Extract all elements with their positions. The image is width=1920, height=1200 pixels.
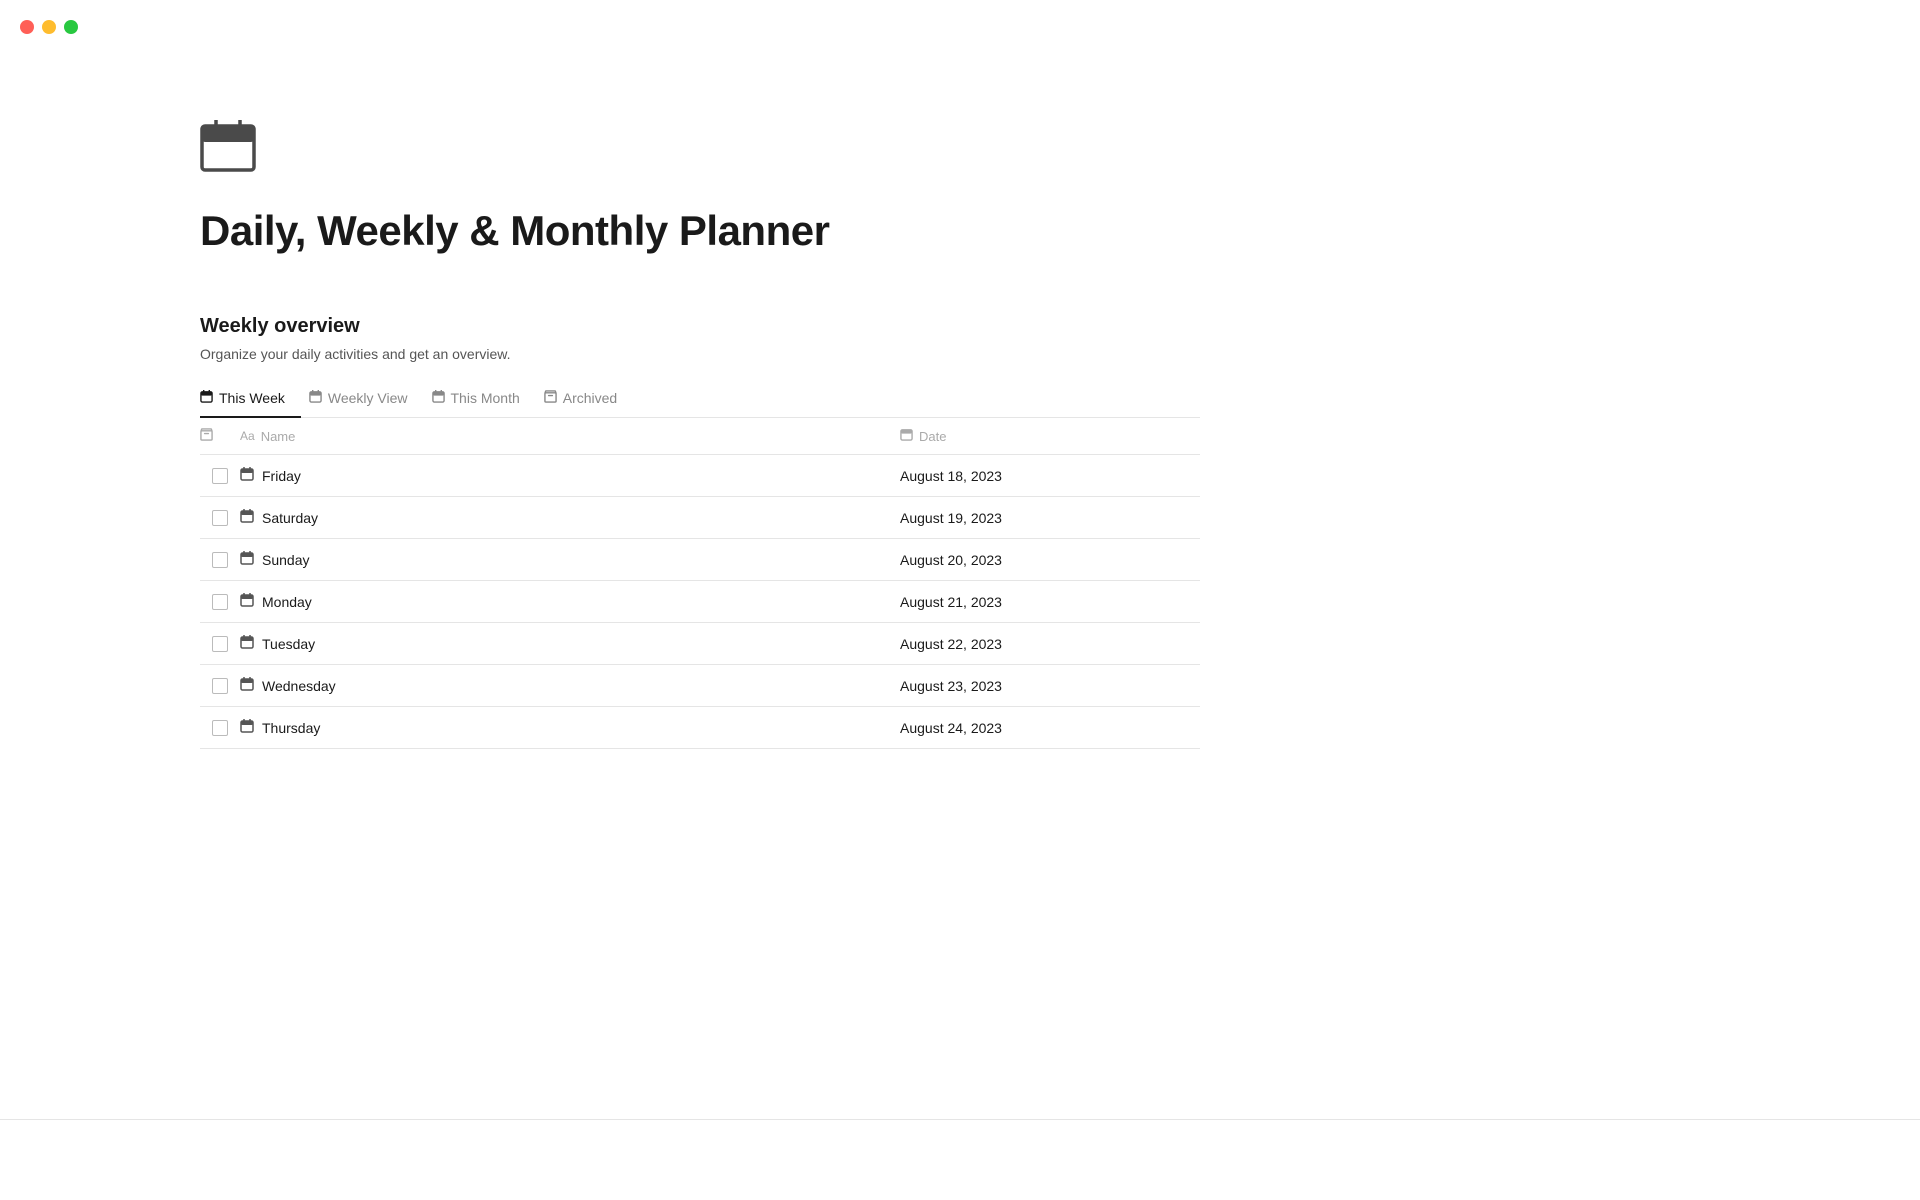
row-day-name-6: Thursday (262, 720, 320, 736)
header-name: Aa Name (240, 429, 900, 444)
row-name-6: Thursday (240, 709, 900, 746)
row-checkbox-0[interactable] (200, 468, 240, 484)
row-date-6: August 24, 2023 (900, 710, 1200, 746)
row-date-5: August 23, 2023 (900, 668, 1200, 704)
trash-header-icon (200, 428, 213, 444)
checkbox-0[interactable] (212, 468, 228, 484)
row-calendar-icon-6 (240, 719, 254, 736)
table-body: Friday August 18, 2023 Saturday August (200, 455, 1200, 749)
header-date: Date (900, 428, 1200, 444)
row-checkbox-1[interactable] (200, 510, 240, 526)
row-calendar-icon-0 (240, 467, 254, 484)
row-name-1: Saturday (240, 499, 900, 536)
row-calendar-icon-3 (240, 593, 254, 610)
checkbox-5[interactable] (212, 678, 228, 694)
row-checkbox-5[interactable] (200, 678, 240, 694)
page-icon (200, 120, 1200, 177)
row-date-3: August 21, 2023 (900, 584, 1200, 620)
section-description: Organize your daily activities and get a… (200, 346, 1200, 362)
row-date-0: August 18, 2023 (900, 458, 1200, 494)
row-day-name-2: Sunday (262, 552, 309, 568)
checkbox-4[interactable] (212, 636, 228, 652)
row-date-1: August 19, 2023 (900, 500, 1200, 536)
row-name-4: Tuesday (240, 625, 900, 662)
close-button[interactable] (20, 20, 34, 34)
name-header-label: Name (261, 429, 296, 444)
checkbox-6[interactable] (212, 720, 228, 736)
row-checkbox-6[interactable] (200, 720, 240, 736)
window-controls (20, 20, 78, 34)
row-calendar-icon-2 (240, 551, 254, 568)
row-day-name-4: Tuesday (262, 636, 315, 652)
row-checkbox-3[interactable] (200, 594, 240, 610)
table-row[interactable]: Thursday August 24, 2023 (200, 707, 1200, 749)
table-row[interactable]: Wednesday August 23, 2023 (200, 665, 1200, 707)
date-header-label: Date (919, 429, 946, 444)
row-calendar-icon-1 (240, 509, 254, 526)
row-date-4: August 22, 2023 (900, 626, 1200, 662)
tab-weekly-view[interactable]: Weekly View (309, 382, 424, 418)
calendar-large-icon (200, 120, 256, 172)
table: Aa Name Date (200, 418, 1200, 749)
section-title: Weekly overview (200, 315, 1200, 338)
tab-archived[interactable]: Archived (544, 382, 633, 418)
row-name-2: Sunday (240, 541, 900, 578)
row-checkbox-2[interactable] (200, 552, 240, 568)
row-calendar-icon-5 (240, 677, 254, 694)
row-day-name-0: Friday (262, 468, 301, 484)
tab-weekly-view-icon (309, 390, 322, 406)
table-row[interactable]: Sunday August 20, 2023 (200, 539, 1200, 581)
row-day-name-1: Saturday (262, 510, 318, 526)
header-trash (200, 428, 240, 444)
tab-this-month-label: This Month (451, 390, 520, 406)
row-name-3: Monday (240, 583, 900, 620)
row-date-2: August 20, 2023 (900, 542, 1200, 578)
date-header-icon (900, 428, 913, 444)
tab-archived-label: Archived (563, 390, 617, 406)
table-row[interactable]: Monday August 21, 2023 (200, 581, 1200, 623)
page-content: Daily, Weekly & Monthly Planner Weekly o… (0, 0, 1400, 829)
row-day-name-3: Monday (262, 594, 312, 610)
tab-weekly-view-label: Weekly View (328, 390, 408, 406)
row-calendar-icon-4 (240, 635, 254, 652)
row-name-5: Wednesday (240, 667, 900, 704)
row-day-name-5: Wednesday (262, 678, 336, 694)
maximize-button[interactable] (64, 20, 78, 34)
tabs-container: This Week Weekly View (200, 382, 1200, 418)
table-row[interactable]: Tuesday August 22, 2023 (200, 623, 1200, 665)
checkbox-2[interactable] (212, 552, 228, 568)
row-name-0: Friday (240, 457, 900, 494)
checkbox-1[interactable] (212, 510, 228, 526)
minimize-button[interactable] (42, 20, 56, 34)
bottom-divider (0, 1119, 1920, 1120)
row-checkbox-4[interactable] (200, 636, 240, 652)
table-row[interactable]: Saturday August 19, 2023 (200, 497, 1200, 539)
page-title: Daily, Weekly & Monthly Planner (200, 207, 1200, 255)
table-row[interactable]: Friday August 18, 2023 (200, 455, 1200, 497)
tab-archived-icon (544, 390, 557, 406)
tab-this-month-icon (432, 390, 445, 406)
checkbox-3[interactable] (212, 594, 228, 610)
tab-this-week-icon (200, 390, 213, 406)
tab-this-week[interactable]: This Week (200, 382, 301, 418)
tab-this-week-label: This Week (219, 390, 285, 406)
name-header-icon: Aa (240, 429, 255, 443)
tab-this-month[interactable]: This Month (432, 382, 536, 418)
table-header: Aa Name Date (200, 418, 1200, 455)
